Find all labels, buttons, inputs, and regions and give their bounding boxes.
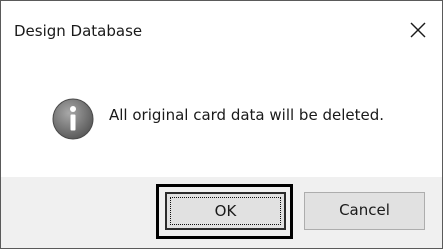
ok-button[interactable]: OK (165, 192, 286, 230)
title-bar[interactable]: Design Database (1, 1, 442, 59)
ok-button-label: OK (214, 202, 237, 220)
cancel-button-label: Cancel (339, 201, 390, 219)
dialog-body: All original card data will be deleted. (1, 59, 442, 177)
dialog-message: All original card data will be deleted. (109, 106, 384, 124)
button-bar: OK Cancel (1, 177, 442, 248)
dialog-title: Design Database (14, 22, 143, 40)
cancel-button[interactable]: Cancel (304, 192, 425, 230)
message-dialog: Design Database All original card data w… (0, 0, 443, 249)
close-icon[interactable] (405, 17, 431, 43)
info-icon (51, 97, 95, 141)
